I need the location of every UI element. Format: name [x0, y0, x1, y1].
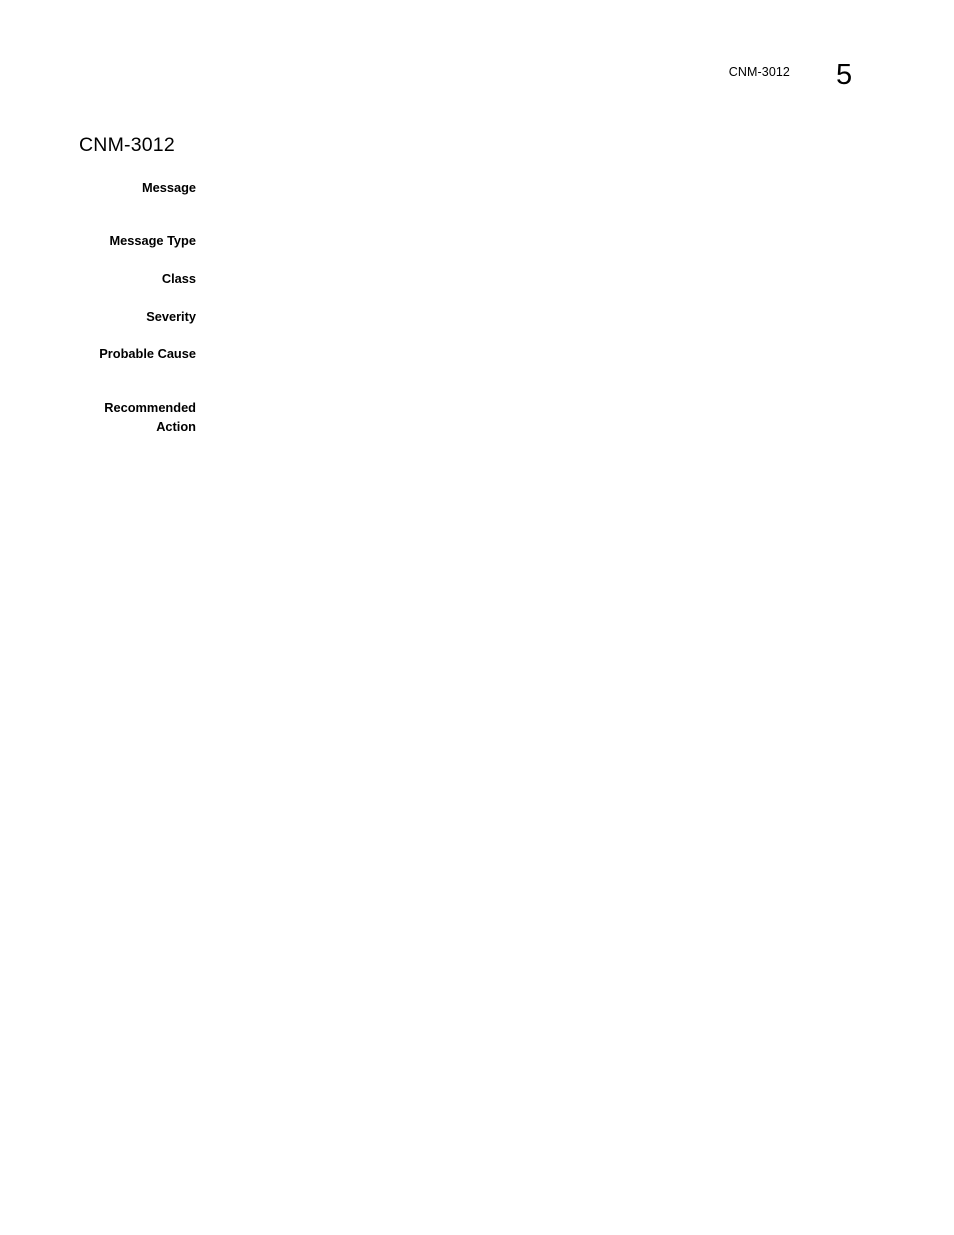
field-label-recommended-action-line1: Recommended: [104, 400, 196, 415]
field-value-message: [196, 178, 954, 197]
field-value-message-type: [196, 231, 954, 250]
field-row-message-type: Message Type: [0, 231, 954, 250]
page-number: 5: [836, 59, 853, 91]
field-label-recommended-action-line2: Action: [156, 419, 196, 434]
field-value-class: [196, 269, 954, 288]
page-title: CNM-3012: [79, 134, 175, 156]
field-label-class: Class: [161, 271, 196, 286]
field-row-class: Class: [0, 269, 954, 288]
header-running-title: CNM-3012: [728, 65, 790, 79]
message-field-list: Message Message Type Class Severity Prob…: [0, 178, 954, 436]
field-label-probable-cause: Probable Cause: [99, 346, 196, 361]
field-value-recommended-action: [196, 398, 954, 417]
document-page: CNM-3012 5 CNM-3012 Message Message Type…: [0, 0, 954, 1235]
field-row-message: Message: [0, 178, 954, 197]
page-header: CNM-3012 5: [0, 58, 954, 102]
field-value-probable-cause: [196, 344, 954, 363]
field-label-recommended-action: Recommended Action: [0, 398, 196, 436]
field-label-severity: Severity: [146, 309, 196, 324]
field-row-recommended-action: Recommended Action: [0, 398, 954, 436]
field-value-severity: [196, 307, 954, 326]
field-label-message-type: Message Type: [109, 233, 196, 248]
field-label-message: Message: [141, 180, 196, 195]
field-row-severity: Severity: [0, 307, 954, 326]
field-row-probable-cause: Probable Cause: [0, 344, 954, 363]
